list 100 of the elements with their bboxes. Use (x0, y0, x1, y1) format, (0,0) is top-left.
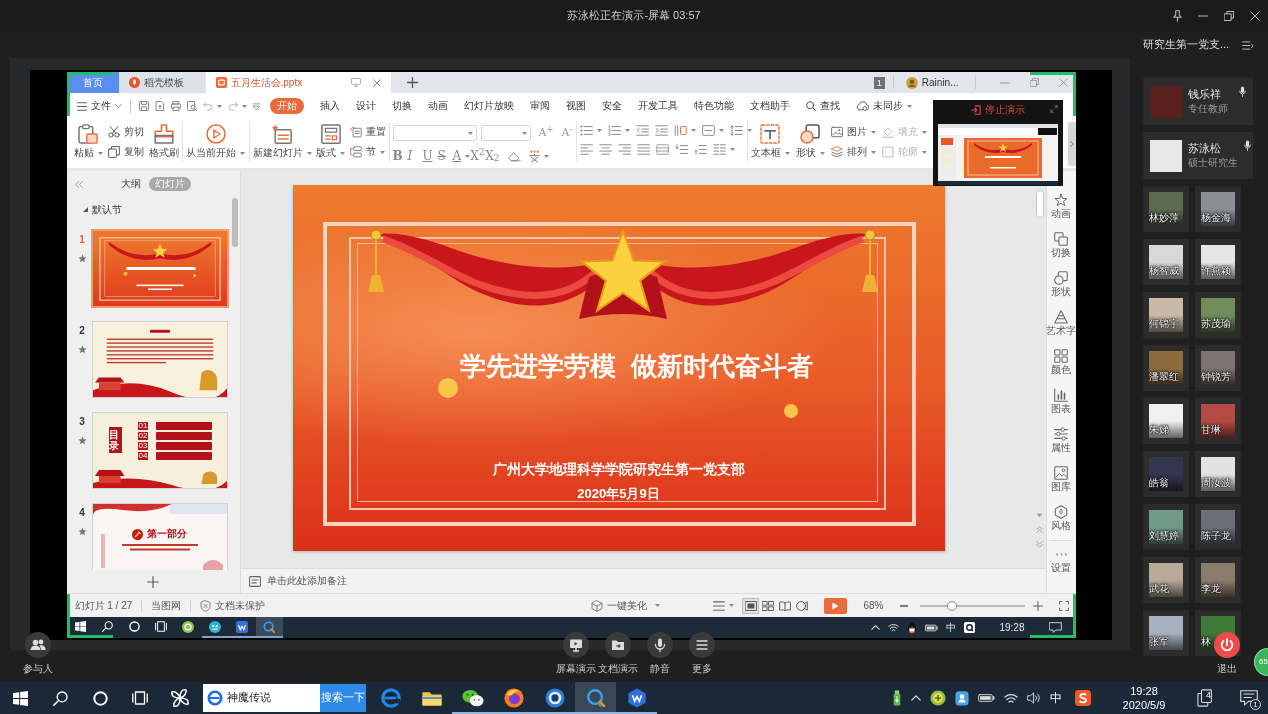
justify-button[interactable] (636, 144, 650, 155)
text-box-button[interactable]: 文本框 (750, 121, 790, 159)
font-name-field[interactable] (392, 125, 477, 141)
ribbon-tab[interactable]: 切换 (391, 98, 412, 114)
document-tab[interactable]: 五月生活会.pptx (205, 72, 391, 93)
plus-circle-icon[interactable] (930, 690, 946, 706)
ribbon-tab[interactable]: 插入 (319, 98, 340, 114)
usb-drive-icon[interactable] (892, 690, 902, 706)
screen-share-button[interactable]: 屏幕演示 (555, 632, 597, 675)
scrollbar-thumb[interactable] (1035, 190, 1044, 218)
participants-button[interactable]: 参与人 (17, 632, 59, 675)
paste-button[interactable]: 粘贴 (73, 121, 103, 159)
battery-icon[interactable] (925, 623, 939, 632)
ring-icon[interactable] (92, 690, 108, 706)
slide-thumbnail[interactable]: 第一部分 (91, 503, 228, 570)
dropdown-icon[interactable] (252, 102, 260, 110)
zoom-slider[interactable] (919, 599, 1025, 612)
clock[interactable]: 19:28 2020/5/9 (1116, 684, 1172, 712)
wifi-icon[interactable] (888, 623, 900, 632)
slide-thumbnail[interactable]: 目录 01 02 03 04 (91, 412, 228, 489)
notes-placeholder[interactable]: 单击此处添加备注 (266, 575, 347, 587)
account-button[interactable]: Rainin... (905, 76, 959, 89)
print-icon[interactable] (170, 101, 181, 111)
ribbon-tab[interactable]: 审阅 (529, 98, 550, 114)
participant-tile[interactable]: 苏茂瑜 (1195, 292, 1241, 338)
bullets-button[interactable] (579, 125, 602, 136)
person-badge-icon[interactable] (955, 690, 969, 706)
plus-icon[interactable] (147, 575, 159, 588)
mute-button[interactable]: 静音 (639, 632, 681, 675)
battery-icon[interactable] (978, 693, 995, 703)
subscript-button[interactable]: X$_{2}$ (485, 149, 501, 164)
strikethrough-button[interactable]: S (437, 149, 453, 164)
shape-button[interactable]: 形状 (795, 121, 825, 159)
word-art-tool[interactable]: 艺术字 (1046, 310, 1076, 349)
chart-tool[interactable]: 图表 (1051, 388, 1071, 427)
settings-tool[interactable]: 设置 (1051, 547, 1071, 586)
action-center-button[interactable]: 1 (1240, 690, 1258, 706)
penguin-icon[interactable] (907, 621, 918, 634)
corners-icon[interactable] (1058, 600, 1069, 611)
align-center-button[interactable] (598, 144, 612, 155)
list-icon[interactable] (1242, 40, 1254, 50)
input-method-indicator[interactable]: 中 (1050, 690, 1062, 706)
new-slide-button[interactable]: 新建幻灯片 (252, 121, 312, 159)
increase-indent-button[interactable] (654, 125, 668, 136)
superscript-button[interactable]: X$^{2}$ (470, 149, 486, 164)
plus-icon[interactable] (406, 77, 418, 88)
wifi-icon[interactable] (1004, 692, 1018, 704)
section-button[interactable]: 节 (349, 146, 386, 158)
ribbon-tab[interactable]: 幻灯片放映 (463, 98, 514, 114)
protection-status-button[interactable]: 文档未保护 (200, 599, 266, 612)
search-icon[interactable] (52, 690, 68, 706)
pinwheel-icon[interactable] (170, 688, 190, 708)
search-button[interactable]: 查找 (805, 100, 840, 112)
beautify-button[interactable]: 一键美化 (591, 599, 661, 612)
chevron-up-icon[interactable] (871, 625, 881, 630)
double-chevron-left-icon[interactable] (74, 180, 83, 188)
ribbon-tab[interactable]: 开发工具 (637, 98, 678, 114)
format-painter-button[interactable]: 格式刷 (148, 121, 179, 159)
play-from-current-button[interactable]: 从当前开始 (186, 121, 245, 159)
cut-button[interactable]: 剪切 (107, 126, 144, 138)
file-menu[interactable]: 文件 (76, 100, 122, 112)
restore-icon[interactable] (1224, 11, 1234, 21)
distribute-button[interactable] (655, 144, 669, 155)
participant-tile[interactable]: 杨智威 (1143, 239, 1189, 285)
task-view-button[interactable]: 4 (1197, 689, 1215, 707)
slide-thumbnail[interactable] (91, 321, 228, 398)
layout-button[interactable]: 版式 (316, 121, 345, 159)
participant-tile[interactable]: 朱娣 (1143, 398, 1189, 444)
gallery-tool[interactable]: 图库 (1051, 466, 1071, 505)
template-source-link[interactable]: 当图网 (151, 599, 182, 612)
decrease-indent-button[interactable] (635, 125, 649, 136)
document-share-button[interactable]: 文档演示 (597, 632, 639, 675)
ring-icon[interactable] (128, 621, 140, 632)
properties-tool[interactable]: 属性 (1051, 427, 1071, 466)
scrollbar-thumb[interactable] (231, 198, 238, 247)
participant-tile[interactable]: 杨金海 (1195, 186, 1241, 232)
phonetic-guide-button[interactable] (529, 149, 550, 163)
numbering-button[interactable] (607, 125, 630, 136)
pin-icon[interactable] (1173, 10, 1182, 22)
page-search-icon[interactable] (186, 101, 197, 111)
animation-tool[interactable]: 动画 (1051, 193, 1071, 232)
caret-down-icon[interactable] (1036, 513, 1043, 518)
align-right-button[interactable] (617, 144, 631, 155)
sync-button[interactable]: 未同步 (855, 100, 912, 112)
align-left-button[interactable] (579, 144, 593, 155)
s-tile-icon[interactable] (1075, 690, 1091, 706)
participant-tile[interactable]: 张军 (1143, 610, 1189, 656)
slider-thumb[interactable] (947, 600, 958, 611)
space-before-button[interactable] (674, 144, 688, 155)
copy-button[interactable]: 复制 (107, 146, 144, 158)
panel-tab[interactable]: 大纲 (120, 177, 141, 191)
search-button[interactable]: 搜索一下 (320, 684, 366, 712)
line-spacing-button[interactable] (729, 125, 752, 136)
file-upload-icon[interactable] (154, 101, 165, 111)
italic-button[interactable]: I (407, 149, 423, 164)
align-text-button[interactable] (701, 125, 724, 136)
participant-tile[interactable]: 陈子龙 (1195, 504, 1241, 550)
task-view-icon[interactable] (155, 621, 167, 632)
transition-tool[interactable]: 切换 (1051, 232, 1071, 271)
space-after-button[interactable] (693, 144, 707, 155)
